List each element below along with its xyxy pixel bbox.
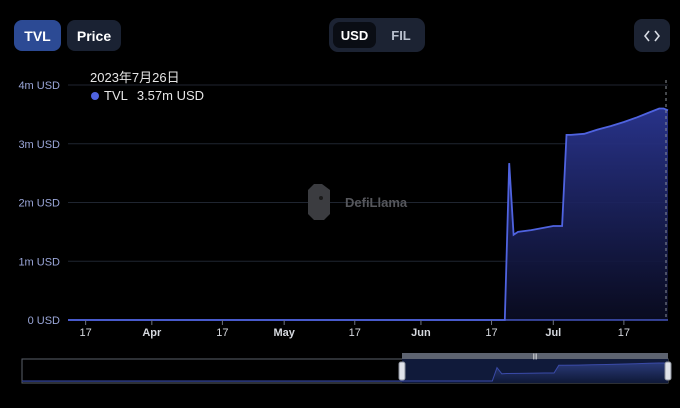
- x-tick-label-6: 17: [485, 327, 497, 339]
- y-tick-label-4: 4m USD: [18, 80, 60, 92]
- tooltip-series-name: TVL: [104, 88, 128, 103]
- logo-eye: [319, 196, 323, 200]
- tooltip-value: 3.57m USD: [136, 88, 205, 103]
- y-tick-label-0: 0 USD: [28, 315, 60, 327]
- watermark-text: DefiLlama: [345, 195, 408, 210]
- navigator-grip-icon: |||: [533, 354, 538, 360]
- x-tick-label-1: Apr: [142, 327, 162, 339]
- tvl-area-fill: [68, 108, 668, 320]
- y-tick-label-1: 1m USD: [18, 256, 60, 268]
- navigator-handle-right[interactable]: [664, 361, 672, 381]
- x-tick-label-2: 17: [216, 327, 228, 339]
- series-area: [68, 107, 669, 321]
- tvl-chart: 0 USD 1m USD 2m USD 3m USD 4m USD 17 Apr 17 May…: [18, 80, 672, 384]
- x-tick-label-7: Jul: [545, 327, 561, 339]
- x-tick-label-3: May: [273, 327, 295, 339]
- llama-logo-icon: [308, 184, 330, 220]
- x-axis: 17 Apr 17 May 17 Jun 17 Jul 17: [68, 319, 668, 339]
- x-tick-label-5: Jun: [411, 327, 431, 339]
- x-tick-label-0: 17: [80, 327, 92, 339]
- x-tick-label-4: 17: [349, 327, 361, 339]
- navigator-handle-left[interactable]: [398, 361, 406, 381]
- y-tick-label-3: 3m USD: [18, 139, 60, 151]
- range-navigator: |||: [21, 353, 672, 384]
- y-tick-label-2: 2m USD: [18, 198, 60, 210]
- series-color-dot: [91, 91, 99, 100]
- defillama-watermark: DefiLlama: [308, 184, 408, 220]
- y-axis: 0 USD 1m USD 2m USD 3m USD 4m USD: [18, 80, 60, 327]
- x-tick-label-8: 17: [618, 327, 630, 339]
- tooltip-row: TVL 3.57m USD: [91, 88, 204, 103]
- tooltip-date: 2023年7月26日: [90, 70, 180, 85]
